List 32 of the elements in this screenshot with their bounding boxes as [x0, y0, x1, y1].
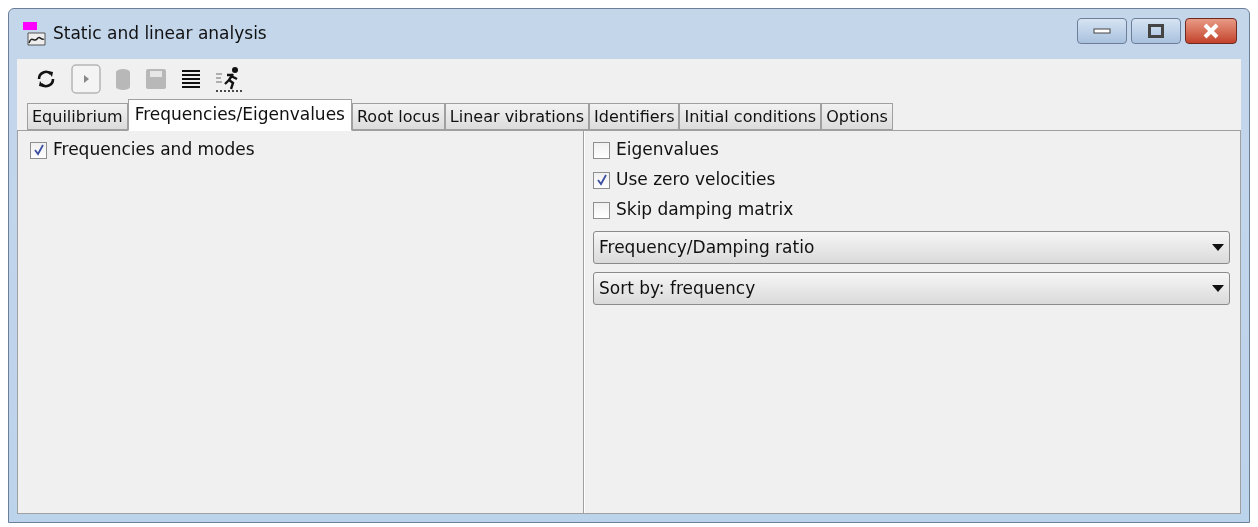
tab[interactable]: Initial conditions — [679, 103, 822, 130]
checkmark-icon — [32, 144, 45, 156]
checkmark-icon — [595, 174, 608, 186]
refresh-icon[interactable] — [35, 68, 57, 90]
list-icon[interactable] — [181, 69, 201, 89]
checkbox[interactable] — [593, 201, 610, 219]
tab[interactable]: Equilibrium — [27, 103, 128, 130]
dropdown-arrow-icon — [1212, 244, 1224, 251]
checkbox[interactable] — [593, 141, 610, 159]
maximize-icon — [1148, 24, 1164, 38]
checkbox-label: Use zero velocities — [616, 168, 776, 192]
checkbox-label: Eigenvalues — [616, 138, 719, 162]
tab[interactable]: Identifiers — [589, 103, 680, 130]
tab[interactable]: Options — [821, 103, 893, 130]
checkbox-label: Frequencies and modes — [53, 138, 255, 162]
minimize-button[interactable] — [1077, 18, 1127, 44]
maximize-button[interactable] — [1131, 18, 1181, 44]
tab[interactable]: Linear vibrations — [444, 103, 590, 130]
tab[interactable]: Root locus — [351, 103, 445, 130]
dropdown[interactable]: Sort by: frequency — [593, 272, 1230, 305]
runner-icon[interactable] — [215, 65, 245, 93]
minimize-icon — [1093, 28, 1111, 34]
app-icon — [21, 21, 47, 47]
close-button[interactable] — [1185, 18, 1237, 44]
window-title: Static and linear analysis — [53, 22, 267, 46]
checkbox[interactable] — [593, 171, 610, 189]
checkbox-label: Skip damping matrix — [616, 198, 794, 222]
close-icon — [1202, 23, 1220, 39]
dropdown[interactable]: Frequency/Damping ratio — [593, 231, 1230, 264]
tab[interactable]: Frequencies/Eigenvalues — [127, 99, 352, 131]
checkbox[interactable] — [30, 141, 47, 159]
dropdown-arrow-icon — [1212, 285, 1224, 292]
